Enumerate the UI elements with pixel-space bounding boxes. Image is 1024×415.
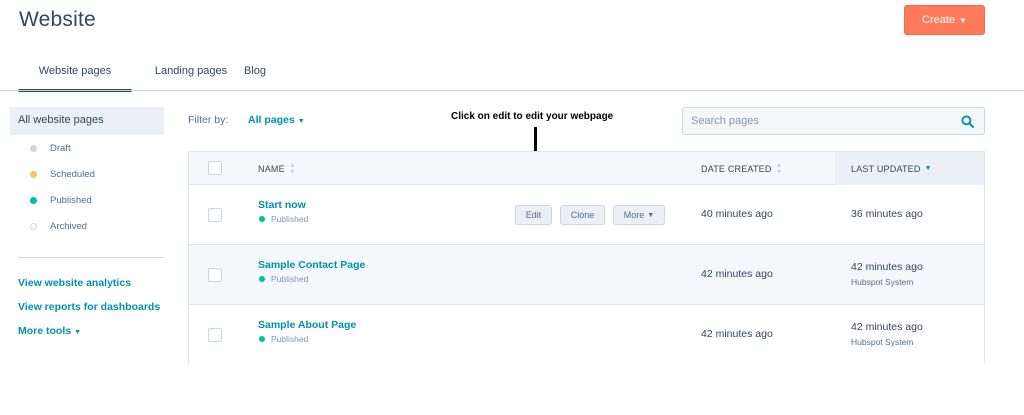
status-badge: Published bbox=[259, 214, 308, 224]
page-name-link[interactable]: Sample About Page bbox=[258, 319, 356, 331]
status-dot-icon bbox=[30, 144, 37, 152]
chevron-down-icon: ▼ bbox=[74, 329, 82, 336]
tab-website-pages[interactable]: Website pages bbox=[18, 62, 132, 92]
filter-value: All pages bbox=[248, 114, 295, 126]
last-updated: 36 minutes ago bbox=[851, 208, 923, 220]
sidebar-item-archived[interactable]: Archived bbox=[10, 213, 164, 239]
sidebar-item-published[interactable]: Published bbox=[10, 187, 164, 213]
last-updated: 42 minutes ago bbox=[851, 321, 923, 333]
date-created: 42 minutes ago bbox=[701, 268, 773, 280]
filter-dropdown[interactable]: All pages ▼ bbox=[248, 114, 305, 126]
sidebar-links: View website analytics View reports for … bbox=[18, 277, 160, 349]
search-box bbox=[682, 107, 985, 135]
table-header: NAME ▲ ▼ DATE CREATED ▲ ▼ LAST UPDATED ▼ bbox=[189, 152, 984, 185]
column-header-label: LAST UPDATED bbox=[851, 163, 921, 174]
sort-descending-icon: ▼ bbox=[924, 165, 932, 172]
sidebar-item-all-website-pages[interactable]: All website pages bbox=[10, 107, 164, 135]
status-dot-icon bbox=[259, 276, 265, 282]
tab-landing-pages[interactable]: Landing pages bbox=[154, 62, 228, 91]
chevron-down-icon: ▼ bbox=[959, 15, 967, 25]
tab-bar: Website pages Landing pages Blog bbox=[18, 62, 294, 92]
more-button-label: More bbox=[623, 210, 645, 220]
page-title: Website bbox=[19, 8, 96, 31]
sidebar-item-label: Scheduled bbox=[50, 168, 95, 180]
create-button[interactable]: Create ▼ bbox=[904, 5, 985, 35]
edit-button[interactable]: Edit bbox=[515, 205, 552, 225]
create-button-label: Create bbox=[922, 14, 956, 26]
row-checkbox[interactable] bbox=[208, 328, 222, 342]
more-button[interactable]: More ▼ bbox=[613, 205, 665, 225]
column-header-last-updated[interactable]: LAST UPDATED ▼ bbox=[835, 152, 984, 185]
status-dot-icon bbox=[259, 216, 265, 222]
status-dot-icon bbox=[30, 170, 37, 178]
table-row[interactable]: Sample About Page Published 42 minutes a… bbox=[189, 305, 984, 365]
clone-button[interactable]: Clone bbox=[560, 205, 605, 225]
updated-by: Hubspot System bbox=[851, 337, 914, 347]
page-name-link[interactable]: Sample Contact Page bbox=[258, 259, 365, 271]
column-header-label: DATE CREATED bbox=[701, 163, 772, 174]
last-updated: 42 minutes ago bbox=[851, 261, 923, 273]
status-dot-icon bbox=[259, 336, 265, 342]
tabs-divider bbox=[0, 90, 1024, 91]
search-icon[interactable] bbox=[961, 115, 974, 128]
sidebar-item-scheduled[interactable]: Scheduled bbox=[10, 161, 164, 187]
more-tools-link[interactable]: More tools ▼ bbox=[18, 325, 160, 349]
status-dot-icon bbox=[30, 196, 37, 204]
column-header-date-created[interactable]: DATE CREATED ▲ ▼ bbox=[701, 152, 783, 185]
annotation-text: Click on edit to edit your webpage bbox=[451, 111, 614, 122]
sidebar-item-draft[interactable]: Draft bbox=[10, 135, 164, 161]
search-input[interactable] bbox=[683, 108, 953, 134]
edit-button-label: Edit bbox=[525, 210, 542, 220]
sort-icon: ▲ ▼ bbox=[775, 161, 783, 176]
pages-table: NAME ▲ ▼ DATE CREATED ▲ ▼ LAST UPDATED ▼ S… bbox=[188, 151, 985, 365]
status-badge: Published bbox=[259, 334, 308, 344]
status-dot-icon bbox=[30, 222, 37, 230]
row-checkbox[interactable] bbox=[208, 208, 222, 222]
view-reports-link[interactable]: View reports for dashboards bbox=[18, 301, 160, 325]
select-all-checkbox[interactable] bbox=[208, 161, 222, 175]
more-tools-label: More tools bbox=[18, 325, 72, 337]
sidebar: All website pages Draft Scheduled Publis… bbox=[10, 107, 164, 337]
status-label: Published bbox=[271, 214, 309, 224]
row-checkbox[interactable] bbox=[208, 268, 222, 282]
date-created: 42 minutes ago bbox=[701, 328, 773, 340]
sidebar-divider bbox=[18, 257, 164, 258]
sidebar-item-label: Published bbox=[50, 194, 92, 206]
clone-button-label: Clone bbox=[570, 210, 595, 220]
chevron-down-icon: ▼ bbox=[297, 118, 305, 125]
date-created: 40 minutes ago bbox=[701, 208, 773, 220]
chevron-down-icon: ▼ bbox=[647, 211, 655, 219]
page-name-link[interactable]: Start now bbox=[258, 199, 306, 211]
table-row[interactable]: Sample Contact Page Published 42 minutes… bbox=[189, 245, 984, 305]
status-badge: Published bbox=[259, 274, 308, 284]
sort-icon: ▲ ▼ bbox=[288, 161, 296, 176]
sidebar-item-label: Draft bbox=[50, 142, 71, 154]
table-row[interactable]: Start now Published Edit Clone More ▼ 40 … bbox=[189, 185, 984, 245]
sidebar-item-label: Archived bbox=[50, 220, 87, 232]
view-website-analytics-link[interactable]: View website analytics bbox=[18, 277, 160, 301]
column-header-label: NAME bbox=[258, 163, 285, 174]
column-header-name[interactable]: NAME ▲ ▼ bbox=[258, 152, 296, 185]
status-label: Published bbox=[271, 334, 309, 344]
status-label: Published bbox=[271, 274, 309, 284]
filter-label: Filter by: bbox=[188, 114, 229, 126]
updated-by: Hubspot System bbox=[851, 277, 914, 287]
tab-blog[interactable]: Blog bbox=[244, 62, 294, 91]
